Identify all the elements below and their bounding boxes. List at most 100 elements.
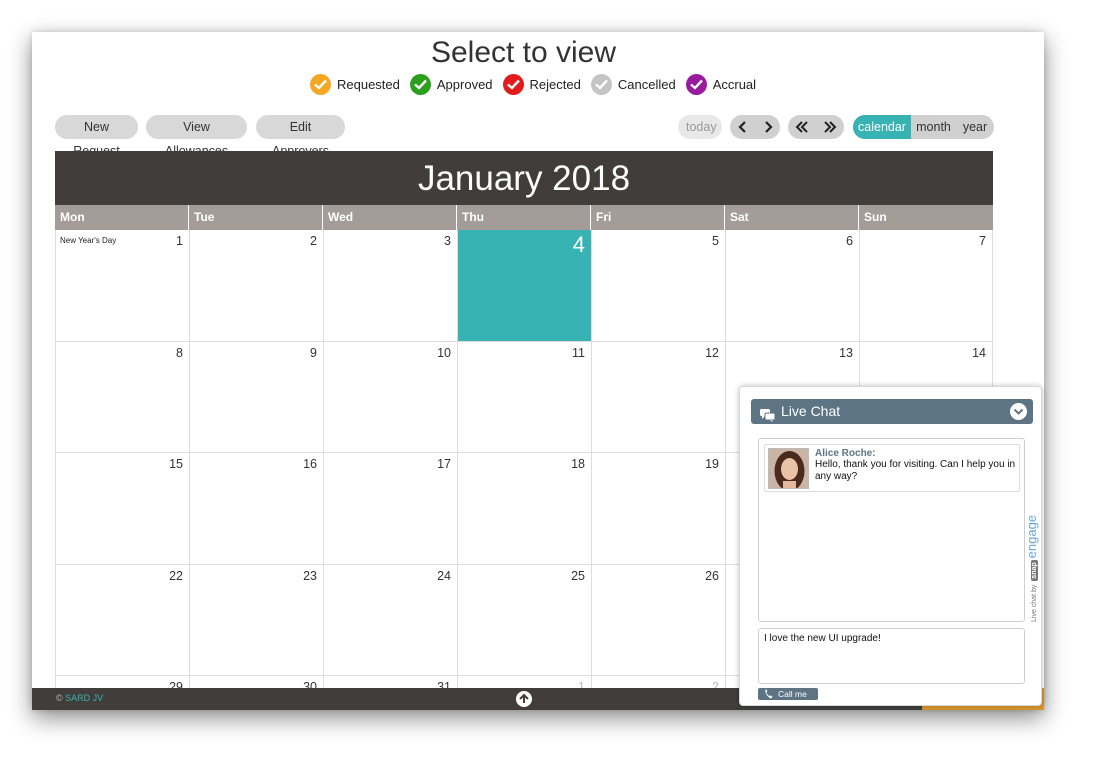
double-chevron-right-icon[interactable] [816, 115, 844, 139]
check-icon [310, 74, 331, 95]
scroll-to-top-icon[interactable] [516, 691, 532, 707]
page-title: Select to view [430, 36, 617, 69]
calendar-day-today[interactable]: 4 [457, 230, 591, 341]
day-number: 15 [169, 457, 183, 471]
chevron-right-icon[interactable] [755, 115, 780, 139]
phone-icon [764, 689, 773, 702]
day-number: 8 [176, 345, 183, 360]
view-year-button[interactable]: year [956, 115, 994, 139]
check-icon [409, 74, 431, 95]
calendar-day[interactable]: 26 [591, 564, 725, 675]
weekday-label: Sat [725, 205, 859, 230]
double-chevron-left-icon[interactable] [788, 115, 816, 139]
agent-name: Alice Roche: [815, 448, 876, 459]
legend-requested[interactable]: Requested [310, 74, 400, 95]
live-chat-widget: Live Chat Alice Roche: Hello, thank you … [739, 386, 1042, 706]
brand-link[interactable]: SARD JV [65, 693, 103, 703]
calendar-day[interactable]: 25 [457, 564, 591, 675]
calendar-day[interactable]: 8 [55, 341, 189, 452]
live-chat-header[interactable]: Live Chat [751, 399, 1033, 424]
chevron-left-icon[interactable] [730, 115, 755, 139]
legend-label: Cancelled [617, 77, 676, 92]
calendar-day[interactable]: 3 [323, 230, 457, 341]
call-me-button[interactable]: Call me [758, 688, 818, 700]
calendar-day[interactable]: 7 [859, 230, 993, 341]
chat-transcript: Alice Roche: Hello, thank you for visiti… [758, 438, 1025, 622]
agent-message: Hello, thank you for visiting. Can I hel… [815, 459, 1016, 482]
view-allowances-button[interactable]: View Allowances [146, 115, 247, 158]
live-chat-title: Live Chat [781, 403, 841, 419]
weekday-label: Mon [55, 205, 189, 230]
day-number: 18 [571, 457, 585, 471]
day-number: 9 [310, 345, 317, 360]
calendar-day[interactable]: 10 [323, 341, 457, 452]
day-number: 17 [437, 457, 451, 471]
day-number: 12 [705, 345, 719, 360]
calendar-day[interactable]: 16 [189, 453, 323, 564]
copyright: © SARD JV [56, 693, 103, 703]
calendar-day[interactable]: 12 [591, 341, 725, 452]
legend-cancelled[interactable]: Cancelled [590, 74, 676, 95]
calendar-day[interactable]: 6 [725, 230, 859, 341]
day-number: 3 [444, 234, 451, 248]
calendar-day[interactable]: 22 [55, 564, 189, 675]
month-nav-group [730, 115, 780, 139]
calendar-day[interactable]: 5 [591, 230, 725, 341]
call-me-label: Call me [778, 689, 807, 699]
weekday-header: Mon Tue Wed Thu Fri Sat Sun [55, 205, 993, 230]
view-calendar-button[interactable]: calendar [853, 115, 911, 139]
day-number: 19 [705, 457, 719, 471]
calendar-day[interactable]: 11 [457, 341, 591, 452]
day-number: 16 [303, 457, 317, 471]
calendar-day[interactable]: 18 [457, 453, 591, 564]
day-number: 14 [972, 345, 986, 360]
view-month-button[interactable]: month [911, 115, 956, 139]
weekday-label: Thu [457, 205, 591, 230]
day-number: 24 [437, 568, 451, 583]
calendar-day[interactable]: 9 [189, 341, 323, 452]
legend-label: Accrual [712, 77, 757, 92]
calendar-day[interactable]: 19 [591, 453, 725, 564]
calendar-day[interactable]: 24 [323, 564, 457, 675]
calendar-week: New Year's Day 1 2 3 4 5 6 7 [55, 230, 993, 342]
check-icon [502, 74, 524, 95]
year-nav-group [788, 115, 844, 139]
day-number: 10 [437, 345, 451, 360]
view-switcher: calendar month year [853, 115, 994, 139]
legend-rejected[interactable]: Rejected [502, 74, 581, 95]
check-icon [685, 74, 707, 95]
today-button[interactable]: today [678, 115, 722, 139]
day-number: 2 [310, 234, 317, 248]
calendar-day[interactable]: 17 [323, 453, 457, 564]
calendar-day[interactable]: 15 [55, 453, 189, 564]
chevron-down-icon[interactable] [1010, 403, 1027, 420]
status-legend: Requested Approved Rejected Cancelled Ac… [310, 74, 766, 95]
legend-approved[interactable]: Approved [409, 74, 493, 95]
day-number: 7 [979, 234, 986, 248]
month-title: January 2018 [55, 151, 993, 205]
chat-bubbles-icon [760, 405, 776, 430]
weekday-label: Wed [323, 205, 457, 230]
calendar-day[interactable]: 23 [189, 564, 323, 675]
engage-logo-text: engage [1024, 514, 1039, 559]
new-request-button[interactable]: New Request [55, 115, 138, 158]
powered-by-prefix: Live chat by [1031, 584, 1038, 622]
day-number: 22 [169, 568, 183, 583]
chat-message-input[interactable]: I love the new UI upgrade! [758, 628, 1025, 684]
day-number: 23 [303, 568, 317, 583]
calendar-day[interactable]: New Year's Day 1 [55, 230, 189, 341]
weekday-label: Sun [864, 210, 887, 224]
legend-accrual[interactable]: Accrual [685, 74, 757, 95]
day-number: 4 [572, 232, 585, 257]
copyright-symbol: © [56, 693, 63, 703]
legend-label: Requested [337, 77, 400, 92]
avatar [768, 448, 809, 489]
snap-logo-text: snap [1031, 560, 1038, 581]
powered-by[interactable]: Live chat by snapengage [1024, 515, 1039, 622]
day-number: 1 [176, 234, 183, 248]
legend-label: Approved [436, 77, 493, 92]
day-number: 25 [571, 568, 585, 583]
holiday-label: New Year's Day [60, 236, 117, 245]
edit-approvers-button[interactable]: Edit Approvers [256, 115, 345, 158]
calendar-day[interactable]: 2 [189, 230, 323, 341]
